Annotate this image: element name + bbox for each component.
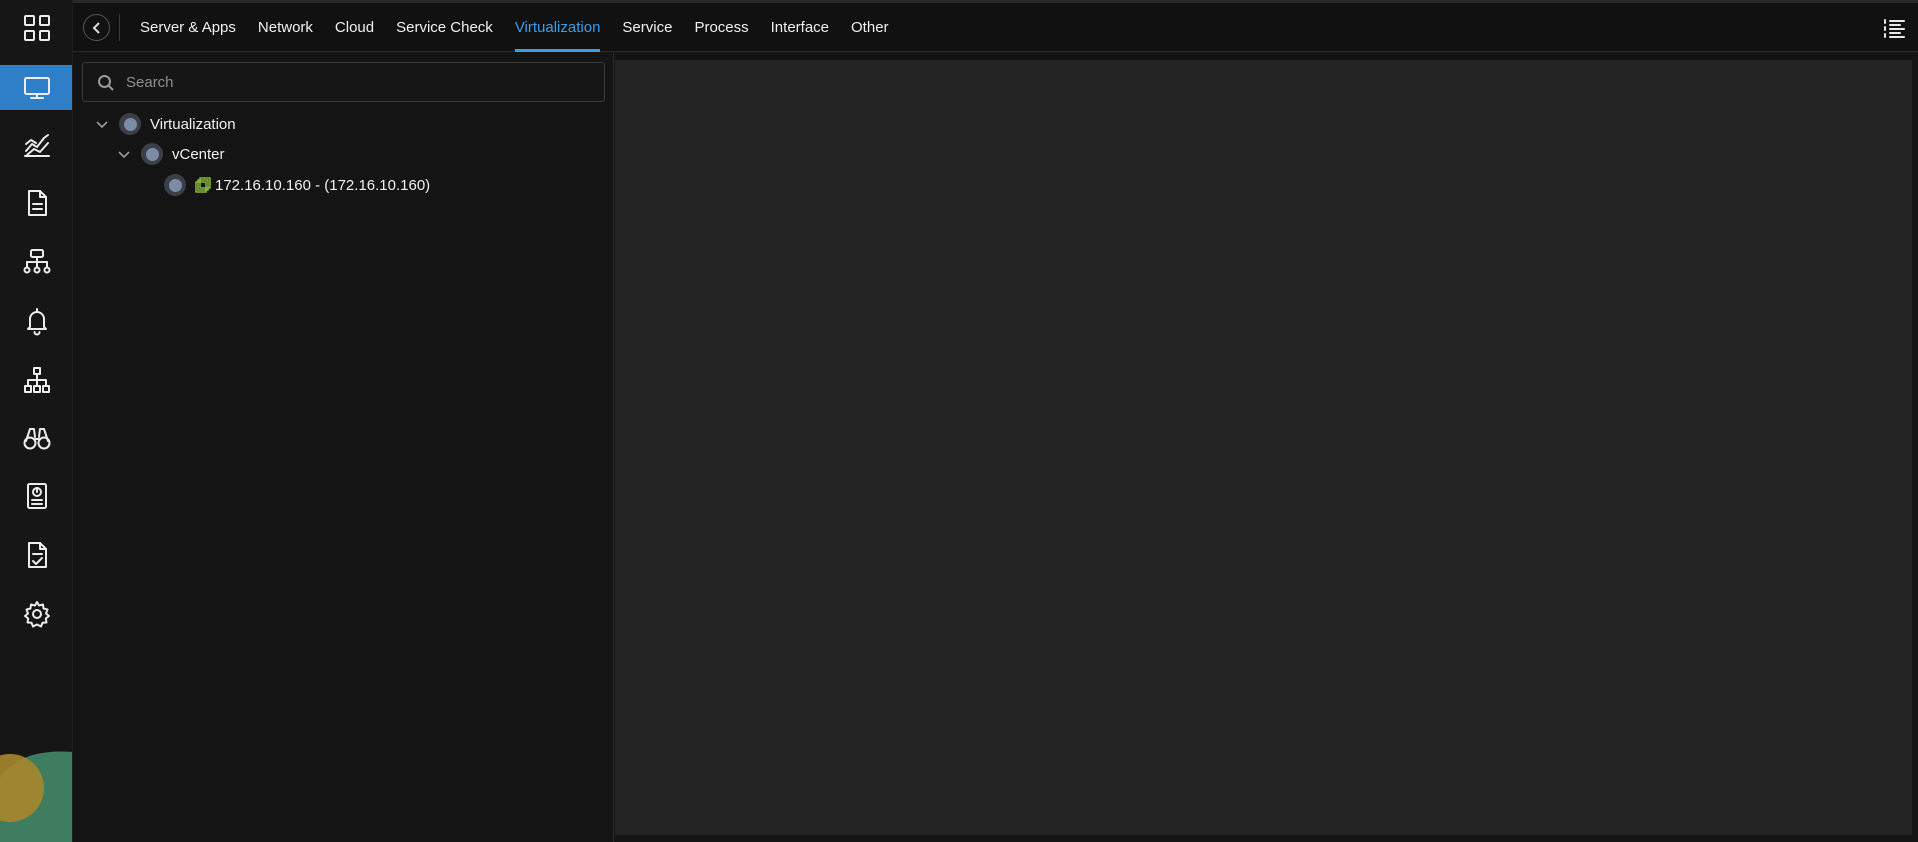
tab-interface[interactable]: Interface: [760, 3, 840, 52]
back-button[interactable]: [83, 14, 110, 41]
binoculars-icon: [23, 428, 50, 450]
search-input[interactable]: [126, 63, 596, 101]
status-dot[interactable]: [164, 174, 186, 196]
tree-node-vcenter: vCenter: [117, 141, 225, 167]
apps-grid-button[interactable]: [0, 5, 72, 51]
monitor-button[interactable]: [0, 65, 72, 110]
list-view-button[interactable]: [1882, 16, 1906, 40]
chevron-down-icon[interactable]: [95, 117, 109, 131]
top-nav-bar: Server & Apps Network Cloud Service Chec…: [73, 0, 1918, 52]
search-box: [82, 62, 605, 102]
tab-service-check[interactable]: Service Check: [385, 3, 504, 52]
monitor-icon: [23, 76, 50, 99]
numbered-list-icon: [1884, 19, 1905, 38]
hierarchy-icon: [23, 367, 50, 393]
discovery-button[interactable]: [0, 415, 72, 461]
tab-virtualization[interactable]: Virtualization: [504, 3, 612, 52]
tab-network[interactable]: Network: [247, 3, 324, 52]
settings-button[interactable]: [0, 591, 72, 637]
tab-process[interactable]: Process: [683, 3, 759, 52]
checklist-button[interactable]: [0, 532, 72, 578]
network-button[interactable]: [0, 239, 72, 285]
report-icon: [26, 483, 47, 509]
document-icon: [27, 190, 47, 216]
gear-icon: [23, 601, 50, 628]
vm-host-icon: [194, 176, 212, 194]
tree-node-label[interactable]: vCenter: [172, 146, 225, 163]
tab-service[interactable]: Service: [611, 3, 683, 52]
category-tabs: Server & Apps Network Cloud Service Chec…: [129, 3, 900, 52]
chevron-down-icon[interactable]: [117, 147, 131, 161]
toolbar-divider: [119, 14, 120, 41]
bell-icon: [26, 308, 47, 336]
chevron-left-icon: [92, 21, 100, 34]
brand-decoration: [0, 748, 72, 842]
search-icon: [98, 75, 114, 91]
tab-other[interactable]: Other: [840, 3, 900, 52]
tree-node-host: 172.16.10.160 - (172.16.10.160): [164, 172, 430, 198]
main-content-area: [615, 60, 1912, 835]
alerts-button[interactable]: [0, 298, 72, 344]
tree-panel: Virtualization vCenter 172.16.10.160 - (…: [73, 52, 614, 842]
tree-node-label[interactable]: Virtualization: [150, 116, 236, 133]
tab-cloud[interactable]: Cloud: [324, 3, 385, 52]
tab-server-apps[interactable]: Server & Apps: [129, 3, 247, 52]
documents-button[interactable]: [0, 180, 72, 226]
tree-node-virtualization: Virtualization: [95, 111, 236, 137]
topology-button[interactable]: [0, 357, 72, 403]
status-dot[interactable]: [141, 143, 163, 165]
left-rail: [0, 0, 73, 842]
status-dot[interactable]: [119, 113, 141, 135]
network-topology-icon: [23, 249, 50, 274]
checklist-icon: [27, 542, 47, 568]
grid-apps-icon: [23, 15, 50, 41]
reports-button[interactable]: [0, 473, 72, 519]
chart-trend-icon: [23, 134, 50, 157]
tree-node-label[interactable]: 172.16.10.160 - (172.16.10.160): [215, 177, 430, 194]
analytics-button[interactable]: [0, 122, 72, 168]
